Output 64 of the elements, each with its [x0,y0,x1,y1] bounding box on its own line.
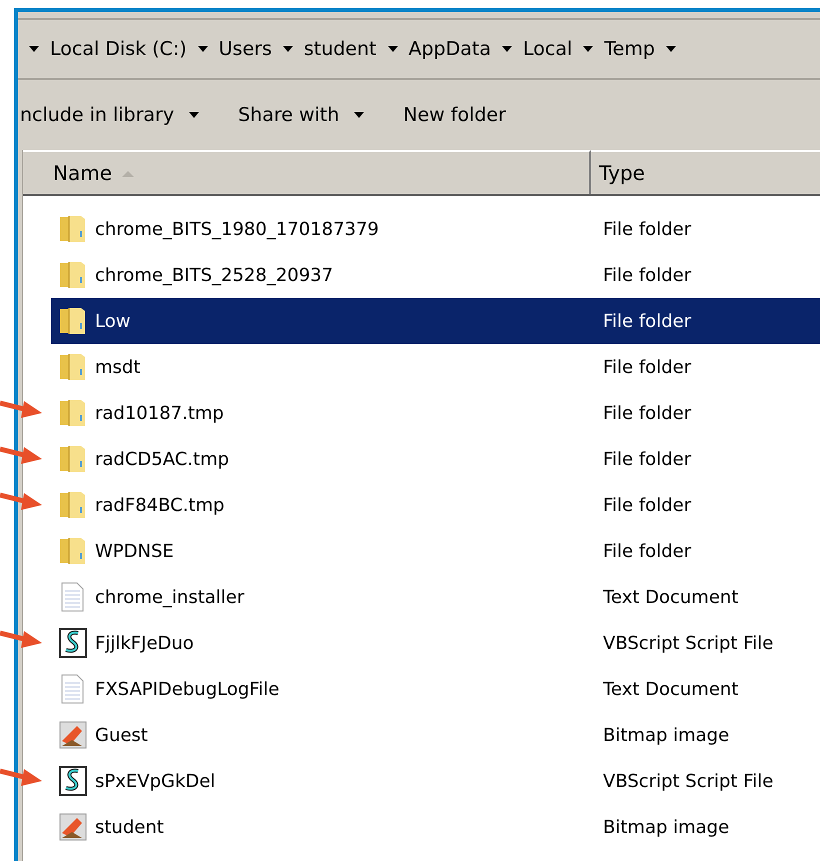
file-type: File folder [603,218,692,240]
file-type: Text Document [603,586,738,608]
breadcrumb-item[interactable]: Local Disk (C:) [50,38,187,60]
column-header[interactable]: Name [23,150,591,194]
file-type: File folder [603,540,692,562]
file-row[interactable]: student Bitmap image [51,804,820,850]
file-type: File folder [603,494,692,516]
file-name: radCD5AC.tmp [95,448,230,470]
file-type: VBScript Script File [603,632,774,654]
toolbar-button[interactable]: Share with [238,104,366,126]
file-row[interactable]: msdt File folder [51,344,820,390]
caret-icon [196,46,209,52]
breadcrumb-item[interactable]: Temp [604,38,655,60]
file-row[interactable]: Low File folder [51,298,820,344]
file-name: chrome_BITS_1980_170187379 [95,218,379,240]
file-row[interactable]: sPxEVpGkDel VBScript Script File [51,758,820,804]
breadcrumb-item[interactable]: Local [523,38,572,60]
file-name: Guest [95,724,148,746]
caret-icon [282,46,294,52]
column-header[interactable]: Type [591,150,820,194]
file-type: Text Document [603,678,738,700]
file-row[interactable]: chrome_BITS_2528_20937 File folder [51,252,820,298]
script-icon [57,765,89,797]
file-row[interactable]: radF84BC.tmp File folder [51,482,820,528]
file-type: Bitmap image [603,724,730,746]
file-row[interactable]: Guest Bitmap image [51,712,820,758]
file-row[interactable]: rad10187.tmp File folder [51,390,820,436]
file-name: sPxEVpGkDel [95,770,216,792]
caret-icon [28,46,40,52]
file-name: chrome_installer [95,586,244,608]
caret-icon [582,46,594,52]
file-name: WPDNSE [95,540,174,562]
file-name: Low [95,310,130,332]
file-row[interactable]: FXSAPIDebugLogFile Text Document [51,666,820,712]
toolbar-button[interactable]: nclude in library [20,104,200,126]
file-row[interactable]: radCD5AC.tmp File folder [51,436,820,482]
file-type: File folder [603,448,692,470]
file-row[interactable]: FjjlkFJeDuo VBScript Script File [51,620,820,666]
file-type: Bitmap image [603,816,730,838]
image-icon [57,811,89,843]
file-name: rad10187.tmp [95,402,224,424]
file-row[interactable]: WPDNSE File folder [51,528,820,574]
file-row[interactable]: chrome_installer Text Document [51,574,820,620]
file-row[interactable]: chrome_BITS_1980_170187379 File folder [51,206,820,252]
script-icon [57,627,89,659]
file-type: File folder [603,264,692,286]
file-name: student [95,816,164,838]
breadcrumb-item[interactable]: Users [218,38,272,60]
file-name: FjjlkFJeDuo [95,632,194,654]
file-type: VBScript Script File [603,770,774,792]
file-type: File folder [603,356,692,378]
file-name: radF84BC.tmp [95,494,224,516]
caret-icon [501,46,513,52]
caret-icon [386,46,398,52]
image-icon [57,719,89,751]
breadcrumb-item[interactable]: AppData [408,38,491,60]
toolbar-button[interactable]: New folder [403,104,506,126]
file-type: File folder [603,402,692,424]
file-name: msdt [95,356,140,378]
file-name: FXSAPIDebugLogFile [95,678,280,700]
breadcrumb-item[interactable]: student [304,38,376,60]
file-name: chrome_BITS_2528_20937 [95,264,334,286]
caret-icon [664,46,677,52]
file-type: File folder [603,310,692,332]
